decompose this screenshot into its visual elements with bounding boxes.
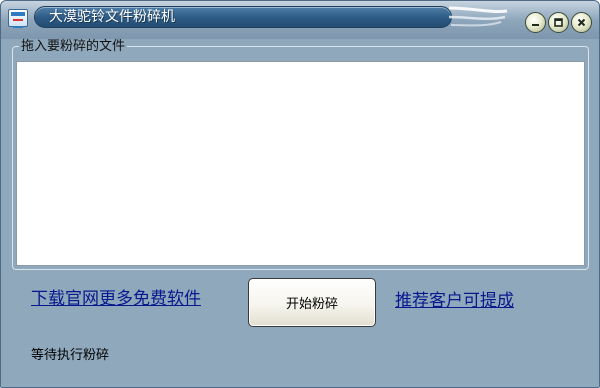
file-drop-group: 拖入要粉碎的文件 [12,40,589,270]
close-icon [577,18,586,27]
maximize-icon [554,18,563,27]
minimize-button[interactable] [525,12,546,33]
download-more-link[interactable]: 下载官网更多免费软件 [31,289,201,309]
title-decoration [449,6,508,27]
app-icon [8,9,28,28]
minimize-icon [532,24,539,26]
file-drop-list[interactable] [16,61,585,266]
maximize-button[interactable] [548,12,569,33]
status-text: 等待执行粉碎 [31,348,110,363]
recommend-link[interactable]: 推荐客户可提成 [395,291,514,311]
title-bar[interactable]: 大漠驼铃文件粉碎机 [1,1,599,39]
start-shred-button[interactable]: 开始粉碎 [248,278,376,327]
app-window: 大漠驼铃文件粉碎机 拖入要粉碎的文件 下载官网更多免费软件 开始粉碎 推荐客户可… [0,0,600,388]
window-title: 大漠驼铃文件粉碎机 [49,9,175,25]
close-button[interactable] [571,12,592,33]
file-drop-group-label: 拖入要粉碎的文件 [19,39,128,54]
title-capsule: 大漠驼铃文件粉碎机 [34,6,452,28]
